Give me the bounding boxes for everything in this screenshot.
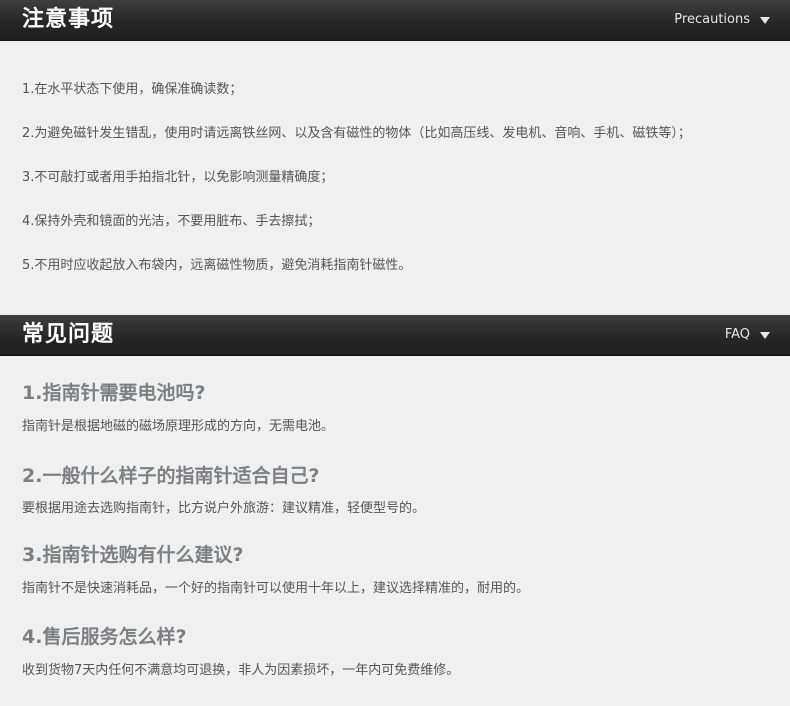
- precaution-item: 1.在水平状态下使用，确保准确读数；: [22, 82, 243, 97]
- triangle-down-icon: [760, 331, 770, 339]
- faq-section: 常见问题 FAQ 1.指南针需要电池吗? 指南针是根据地磁的磁场原理形成的方向，…: [0, 315, 790, 706]
- precaution-item: 2.为避免磁针发生错乱，使用时请远离铁丝网、以及含有磁性的物体（比如高压线、发电…: [22, 126, 691, 141]
- faq-answer: 指南针不是快速消耗品，一个好的指南针可以使用十年以上，建议选择精准的，耐用的。: [22, 581, 530, 596]
- faq-answer: 指南针是根据地磁的磁场原理形成的方向，无需电池。: [22, 419, 335, 434]
- faq-question: 3.指南针选购有什么建议?: [22, 544, 244, 566]
- precautions-header: 注意事项 Precautions: [0, 0, 790, 41]
- precaution-item: 5.不用时应收起放入布袋内，远离磁性物质，避免消耗指南针磁性。: [22, 258, 412, 273]
- faq-answer: 要根据用途去选购指南针，比方说户外旅游：建议精准，轻便型号的。: [22, 501, 426, 516]
- faq-question: 1.指南针需要电池吗?: [22, 382, 206, 404]
- precautions-tag-label: Precautions: [674, 12, 750, 27]
- precaution-item: 3.不可敲打或者用手拍指北针，以免影响测量精确度；: [22, 170, 334, 185]
- precaution-item: 4.保持外壳和镜面的光洁，不要用脏布、手去擦拭；: [22, 214, 321, 229]
- faq-tag: FAQ: [725, 327, 770, 343]
- faq-title: 常见问题: [22, 322, 115, 347]
- faq-answer: 收到货物7天内任何不满意均可退换，非人为因素损坏，一年内可免费维修。: [22, 663, 460, 678]
- faq-question: 4.售后服务怎么样?: [22, 626, 187, 648]
- faq-header: 常见问题 FAQ: [0, 315, 790, 356]
- precautions-list: 1.在水平状态下使用，确保准确读数； 2.为避免磁针发生错乱，使用时请远离铁丝网…: [0, 41, 790, 315]
- faq-tag-label: FAQ: [724, 327, 750, 342]
- faq-list: 1.指南针需要电池吗? 指南针是根据地磁的磁场原理形成的方向，无需电池。 2.一…: [0, 356, 790, 706]
- precautions-tag: Precautions: [674, 12, 770, 28]
- precautions-title: 注意事项: [22, 7, 115, 32]
- triangle-down-icon: [760, 16, 770, 24]
- faq-question: 2.一般什么样子的指南针适合自己?: [22, 465, 320, 487]
- precautions-section: 注意事项 Precautions 1.在水平状态下使用，确保准确读数； 2.为避…: [0, 0, 790, 315]
